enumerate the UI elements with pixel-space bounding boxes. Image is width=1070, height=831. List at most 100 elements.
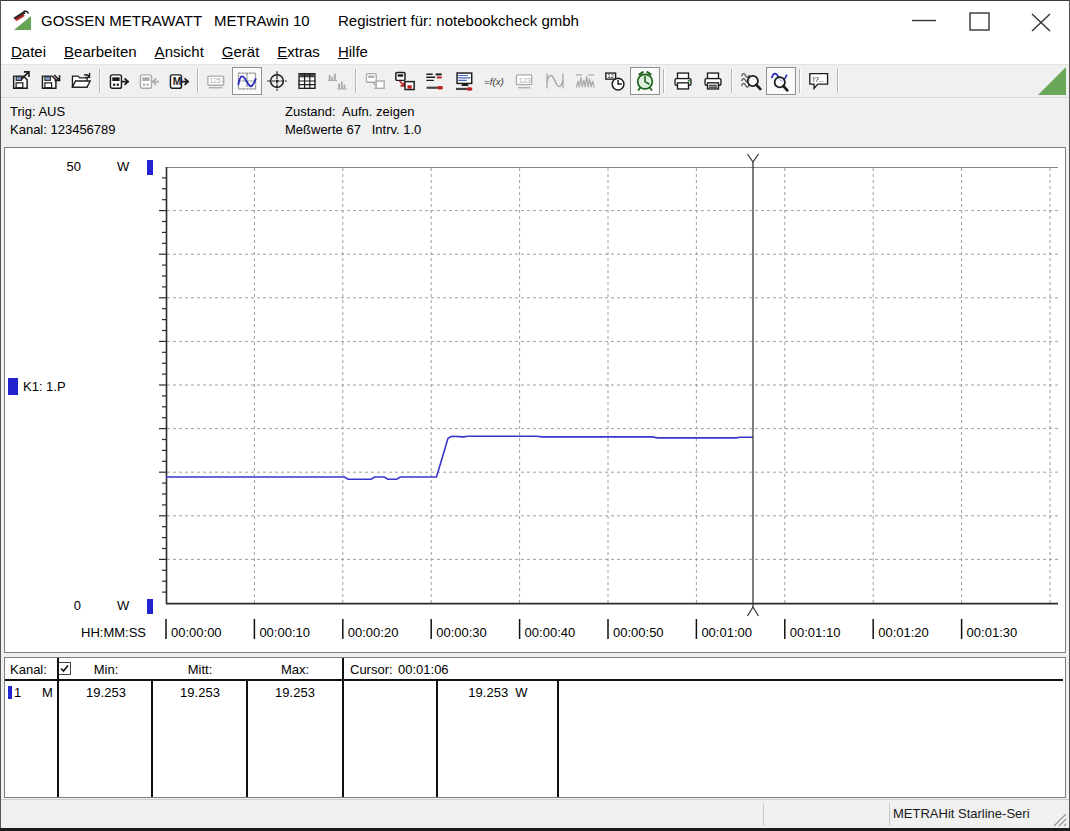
export-data-icon xyxy=(364,70,386,92)
table-cursor-label: Cursor: xyxy=(350,662,393,677)
x-tick-label: 00:00:10 xyxy=(259,625,310,640)
pc-connect-icon xyxy=(454,70,476,92)
menu-datei[interactable]: Datei xyxy=(2,40,55,64)
toolbar-button-device-to-disk[interactable] xyxy=(390,67,420,95)
view-histogram-icon xyxy=(326,70,348,92)
table-kanal-label: Kanal: xyxy=(10,662,47,677)
device-to-disk-icon xyxy=(394,70,416,92)
display-lcd-icon: 1257 xyxy=(206,70,228,92)
formula-fx-icon: =f(x) xyxy=(484,70,506,92)
maximize-button[interactable] xyxy=(963,1,999,40)
row-mode: M xyxy=(42,685,53,700)
measurement-table: Kanal: Min: Mitt: Max: Cursor: 00:01:06 … xyxy=(4,657,1066,798)
toolbar-button-tooltip-help[interactable]: !?.. xyxy=(804,67,834,95)
state-label: Zustand: xyxy=(285,104,336,119)
toolbar-button-display-digits[interactable]: 123 xyxy=(510,67,540,95)
zoom-all-icon xyxy=(740,70,762,92)
menu-hilfe[interactable]: Hilfe xyxy=(329,40,377,64)
x-tick-label: 00:00:00 xyxy=(171,625,222,640)
toolbar-button-export-data[interactable] xyxy=(360,67,390,95)
resize-grip[interactable] xyxy=(1051,811,1067,827)
toolbar-button-zoom-select[interactable] xyxy=(766,67,796,95)
table-cursor-time: 00:01:06 xyxy=(398,662,449,677)
x-tick-label: 00:00:40 xyxy=(525,625,576,640)
toolbar-button-view-chart[interactable] xyxy=(232,67,262,95)
toolbar-button-view-spectrum[interactable] xyxy=(570,67,600,95)
state-value: Aufn. zeigen xyxy=(342,104,414,119)
app-icon xyxy=(10,9,34,33)
channel-status: Kanal: 123456789 xyxy=(10,122,116,137)
row-max-value: 19.253 xyxy=(248,685,342,700)
toolbar-button-save-export[interactable] xyxy=(6,67,36,95)
close-button[interactable] xyxy=(1023,1,1059,40)
toolbar-button-view-table[interactable] xyxy=(292,67,322,95)
view-chart-icon xyxy=(236,70,258,92)
svg-text:12:: 12: xyxy=(607,72,616,79)
toolbar-button-pc-connect[interactable] xyxy=(450,67,480,95)
chart-plot xyxy=(5,148,1065,652)
toolbar-button-device-read[interactable] xyxy=(104,67,134,95)
toolbar-button-print[interactable] xyxy=(668,67,698,95)
x-tick-label: 00:01:00 xyxy=(701,625,752,640)
state-status: Zustand: Aufn. zeigen xyxy=(285,104,414,119)
x-tick-label: 00:00:50 xyxy=(613,625,664,640)
y-max-label: 50 xyxy=(45,159,81,174)
channel-checkbox[interactable] xyxy=(58,662,71,675)
toolbar-button-print-preview[interactable] xyxy=(698,67,728,95)
menu-bearbeiten[interactable]: Bearbeiten xyxy=(55,40,146,64)
statusbar-separator xyxy=(889,803,890,826)
toolbar-button-device-settings[interactable] xyxy=(420,67,450,95)
menu-gert[interactable]: Gerät xyxy=(213,40,269,64)
row-mitt-value: 19.253 xyxy=(153,685,247,700)
table-divider xyxy=(57,658,59,797)
toolbar-button-record-time[interactable]: 12: xyxy=(600,67,630,95)
interval-value: Intrv. 1.0 xyxy=(372,122,422,137)
toolbar-button-zoom-all[interactable] xyxy=(736,67,766,95)
window-border-left xyxy=(0,0,1,831)
display-digits-icon: 123 xyxy=(514,70,536,92)
view-sine-icon xyxy=(544,70,566,92)
toolbar-button-view-sine[interactable] xyxy=(540,67,570,95)
toolbar-separator xyxy=(197,69,199,93)
toolbar-button-open-file[interactable] xyxy=(66,67,96,95)
print-icon xyxy=(672,70,694,92)
view-spectrum-icon xyxy=(574,70,596,92)
row-min-value: 19.253 xyxy=(60,685,152,700)
toolbar-button-display-lcd[interactable]: 1257 xyxy=(202,67,232,95)
x-tick-label: 00:00:30 xyxy=(436,625,487,640)
toolbar-button-view-crosshair[interactable] xyxy=(262,67,292,95)
save-export-icon xyxy=(10,70,32,92)
row-cursor-unit: W xyxy=(515,685,527,700)
toolbar-button-record-timer[interactable] xyxy=(630,67,660,95)
view-crosshair-icon xyxy=(266,70,288,92)
view-table-icon xyxy=(296,70,318,92)
menu-ansicht[interactable]: Ansicht xyxy=(146,40,213,64)
minimize-button[interactable] xyxy=(906,1,942,40)
y-min-label: 0 xyxy=(45,598,81,613)
tooltip-help-icon: !?.. xyxy=(808,70,830,92)
device-settings-icon xyxy=(424,70,446,92)
device-read-icon xyxy=(108,70,130,92)
toolbar-separator xyxy=(799,69,801,93)
toolbar-button-view-histogram[interactable] xyxy=(322,67,352,95)
toolbar-button-formula-fx[interactable]: =f(x) xyxy=(480,67,510,95)
device-memory-icon: M xyxy=(168,70,190,92)
menu-extras[interactable]: Extras xyxy=(268,40,329,64)
channel-marker xyxy=(8,378,18,395)
toolbar-button-device-disconnect[interactable] xyxy=(134,67,164,95)
x-axis-caption: HH:MM:SS xyxy=(81,625,146,640)
title-app: METRAwin 10 xyxy=(214,1,310,40)
row-cursor-number: 19.253 xyxy=(468,685,508,700)
print-preview-icon xyxy=(702,70,724,92)
toolbar-button-save-as[interactable] xyxy=(36,67,66,95)
toolbar-button-device-memory[interactable]: M xyxy=(164,67,194,95)
statusbar-device: METRAHit Starline-Seri xyxy=(893,800,1030,828)
samples-value: Meßwerte 67 xyxy=(285,122,361,137)
table-min-header: Min: xyxy=(75,662,137,677)
chart-panel: 50 W K1: 1.P 0 W HH:MM:SS 00:00:0000:00:… xyxy=(4,147,1066,653)
status-bar: METRAHit Starline-Seri xyxy=(1,799,1069,828)
toolbar-separator xyxy=(355,69,357,93)
toolbar-separator xyxy=(663,69,665,93)
device-disconnect-icon xyxy=(138,70,160,92)
svg-text:123: 123 xyxy=(519,76,531,85)
